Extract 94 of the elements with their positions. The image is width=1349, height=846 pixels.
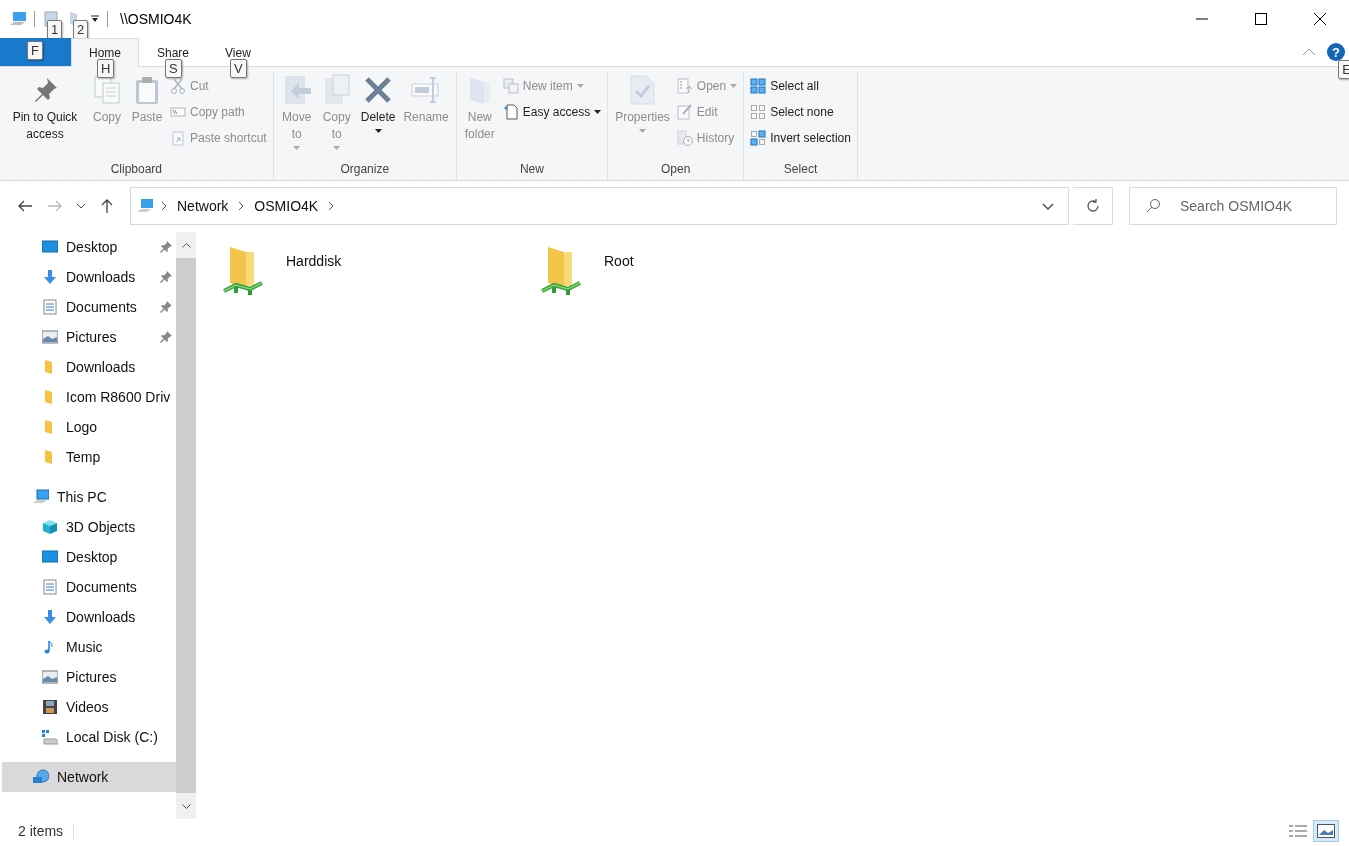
breadcrumb-item[interactable]: Network	[175, 198, 231, 214]
monitor-icon	[42, 239, 58, 255]
caret-icon	[91, 15, 99, 23]
search-icon	[1145, 198, 1161, 214]
sidebar-item[interactable]: Documents	[2, 572, 176, 602]
open-icon	[676, 78, 693, 94]
invert-selection-icon	[750, 130, 767, 146]
ribbon-button[interactable]: Pin to Quick access	[4, 71, 86, 162]
select-none-icon	[750, 104, 767, 120]
sidebar-item[interactable]: Pictures	[2, 662, 176, 692]
sidebar-item[interactable]: 3D Objects	[2, 512, 176, 542]
ribbon-button[interactable]: Select none	[748, 101, 853, 123]
select-all-icon	[750, 78, 767, 94]
key-tip: H	[97, 59, 115, 78]
sidebar-item[interactable]: Downloads	[2, 262, 176, 292]
sidebar-item[interactable]: Temp	[2, 442, 176, 472]
ribbon-button[interactable]: Invert selection	[748, 127, 853, 149]
group-label: Select	[782, 162, 819, 178]
sidebar-item[interactable]: Desktop	[2, 232, 176, 262]
sidebar-item[interactable]: Music	[2, 632, 176, 662]
computer-icon	[33, 489, 49, 505]
breadcrumb-item[interactable]: OSMIO4K	[252, 198, 321, 214]
chevron-down-icon	[1042, 202, 1054, 210]
chevron-right-icon	[161, 201, 167, 211]
group-label: Clipboard	[109, 162, 164, 178]
key-tip: V	[229, 59, 247, 78]
scissors-icon	[170, 78, 186, 94]
edit-icon	[676, 104, 693, 120]
key-tip: F	[27, 41, 43, 60]
pin-icon	[160, 301, 172, 313]
close-icon	[1313, 13, 1326, 25]
sidebar-item[interactable]: Network	[2, 762, 176, 792]
group-label: Organize	[339, 162, 391, 178]
key-tip: S	[165, 59, 182, 78]
collapse-ribbon-icon	[1303, 48, 1315, 56]
picture-icon	[42, 329, 58, 345]
window-title: \\OSMIO4K	[120, 11, 192, 27]
ribbon-button[interactable]: Easy access	[500, 101, 604, 123]
chevron-down-icon	[76, 203, 86, 209]
chevron-right-icon	[238, 201, 245, 211]
network-globe-icon	[33, 769, 49, 785]
history-icon	[676, 130, 693, 146]
document-icon	[42, 299, 58, 315]
sidebar-item[interactable]: This PC	[2, 482, 176, 512]
sidebar-item[interactable]: Local Disk (C:)	[2, 722, 176, 752]
download-arrow-icon	[42, 609, 58, 625]
ribbon-button[interactable]: Select all	[748, 75, 853, 97]
pin-icon	[160, 241, 172, 253]
group-label: New	[518, 162, 545, 178]
search-field[interactable]: Search OSMIO4K	[1129, 187, 1337, 225]
group-label: Open	[659, 162, 692, 178]
refresh-button[interactable]	[1073, 187, 1113, 225]
copy-icon	[91, 74, 123, 106]
large-icons-view-button[interactable]	[1313, 820, 1339, 842]
download-arrow-icon	[42, 269, 58, 285]
sidebar-item[interactable]: Pictures	[2, 322, 176, 352]
document-icon	[42, 579, 58, 595]
help-button[interactable]: ?	[1327, 43, 1345, 61]
network-share-item[interactable]: Root	[538, 243, 856, 303]
path-icon	[170, 104, 186, 120]
sidebar-item[interactable]: Logo	[2, 412, 176, 442]
sidebar-item[interactable]: Downloads	[2, 602, 176, 632]
scroll-down-icon	[181, 803, 191, 809]
chevron-right-icon	[328, 201, 335, 211]
network-share-item[interactable]: Harddisk	[220, 243, 538, 303]
computer-icon	[137, 198, 153, 214]
sidebar-item[interactable]: Icom R8600 Driv	[2, 382, 176, 412]
monitor-icon	[42, 549, 58, 565]
sidebar-item[interactable]: Documents	[2, 292, 176, 322]
pin-icon	[160, 331, 172, 343]
pin-icon	[160, 271, 172, 283]
details-view-icon	[1289, 824, 1307, 838]
scroll-up-icon	[181, 242, 191, 248]
sidebar-item[interactable]: Videos	[2, 692, 176, 722]
address-bar[interactable]: Network OSMIO4K	[130, 187, 1069, 225]
ribbon-button[interactable]: Delete	[357, 71, 399, 162]
item-count: 2 items	[18, 823, 75, 839]
new-item-icon	[502, 78, 519, 94]
large-icons-view-icon	[1317, 824, 1335, 838]
shortcut-icon	[170, 130, 186, 146]
back-arrow-icon	[17, 198, 33, 214]
drive-icon	[42, 729, 58, 745]
computer-icon	[10, 11, 26, 27]
cube-icon	[42, 519, 58, 535]
sidebar-item[interactable]: Downloads	[2, 352, 176, 382]
film-icon	[42, 699, 58, 715]
maximize-icon	[1254, 13, 1267, 25]
scrollbar[interactable]	[176, 232, 196, 819]
sidebar-item[interactable]: Desktop	[2, 542, 176, 572]
page-icon	[502, 104, 519, 120]
refresh-icon	[1084, 198, 1101, 214]
picture-icon	[42, 669, 58, 685]
up-arrow-icon	[99, 198, 115, 214]
forward-arrow-icon	[47, 198, 63, 214]
